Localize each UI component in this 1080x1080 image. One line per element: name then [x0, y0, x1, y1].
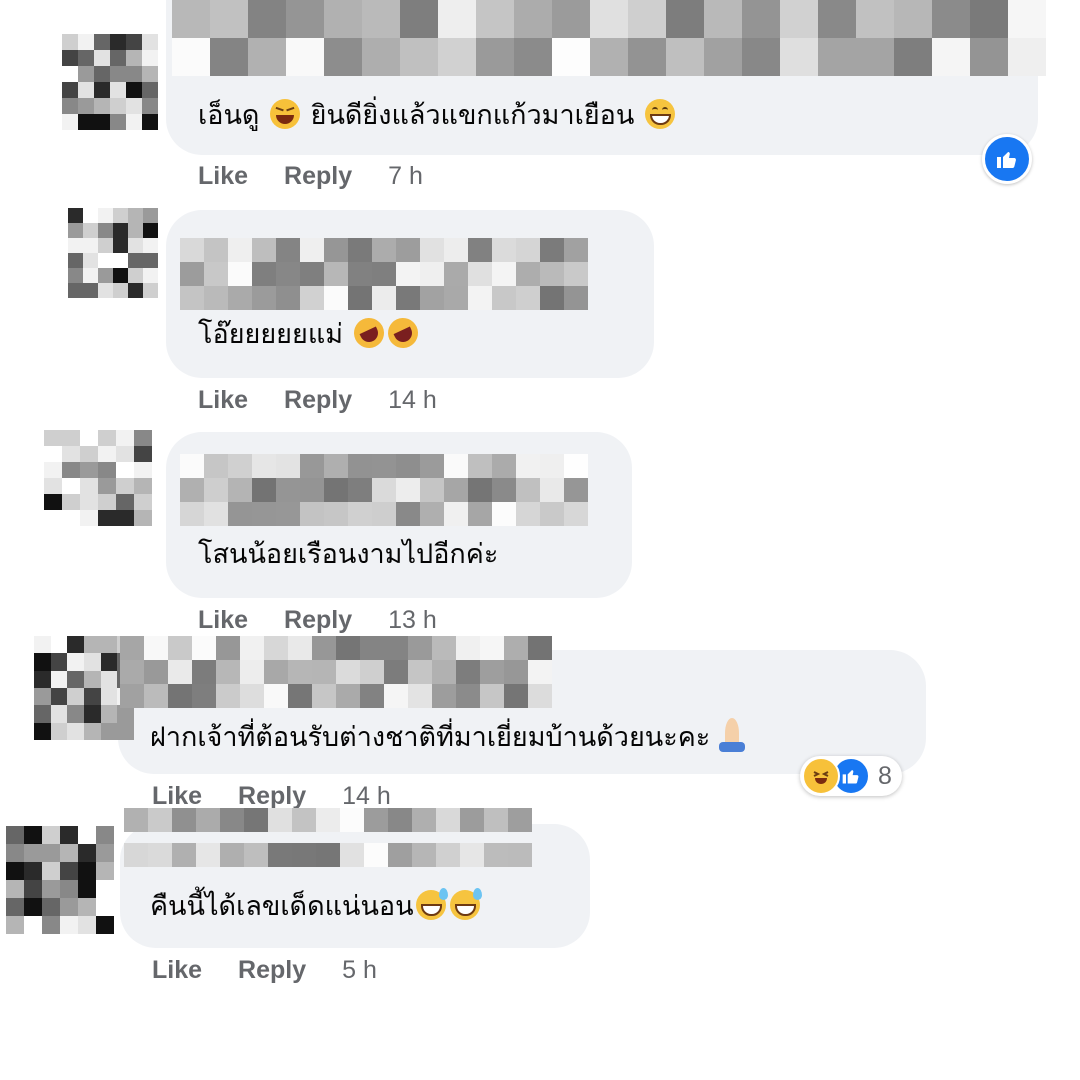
- redacted-author-name: [172, 0, 1046, 76]
- redacted-author-name: [180, 454, 606, 526]
- grinning-emoji-icon: [644, 99, 675, 129]
- reply-link[interactable]: Reply: [284, 162, 352, 191]
- comment-actions: Like Reply 13 h: [198, 606, 473, 635]
- reaction-summary[interactable]: 8: [800, 756, 902, 796]
- comment-actions: Like Reply 7 h: [198, 162, 459, 191]
- comment-actions: Like Reply 14 h: [152, 782, 427, 811]
- like-link[interactable]: Like: [198, 606, 248, 635]
- comment-text: คืนนี้ได้เลขเด็ดแน่นอน: [150, 888, 482, 924]
- haha-icon: [802, 757, 840, 795]
- like-link[interactable]: Like: [152, 956, 202, 985]
- reply-link[interactable]: Reply: [238, 956, 306, 985]
- reply-link[interactable]: Reply: [284, 606, 352, 635]
- rofl-emoji-icon: [382, 313, 423, 353]
- avatar[interactable]: [6, 826, 114, 934]
- timestamp[interactable]: 14 h: [388, 386, 437, 415]
- redacted-author-name: [124, 808, 552, 878]
- folded-hands-emoji-icon: [718, 718, 745, 752]
- sweat-smile-emoji-icon: [449, 888, 482, 920]
- comment-actions: Like Reply 14 h: [198, 386, 473, 415]
- redacted-author-name: [120, 636, 552, 708]
- avatar[interactable]: [68, 208, 158, 298]
- timestamp[interactable]: 14 h: [342, 782, 391, 811]
- comment-text: โอ๊ยยยยยแม่: [198, 313, 423, 353]
- reaction-count: 8: [878, 761, 892, 790]
- thumbs-up-icon[interactable]: [982, 134, 1032, 184]
- rofl-emoji-icon: [348, 313, 389, 353]
- timestamp[interactable]: 13 h: [388, 606, 437, 635]
- comment-text: ฝากเจ้าที่ต้อนรับต่างชาติที่มาเยี่ยมบ้าน…: [150, 718, 745, 755]
- comment-actions: Like Reply 5 h: [152, 956, 413, 985]
- like-link[interactable]: Like: [152, 782, 202, 811]
- timestamp[interactable]: 5 h: [342, 956, 377, 985]
- avatar[interactable]: [62, 34, 158, 130]
- avatar[interactable]: [44, 430, 152, 526]
- comment-text: โสนน้อยเรือนงามไปอีกค่ะ: [198, 539, 499, 570]
- comment-text: เอ็นดู ยินดียิ่งแล้วแขกแก้วมาเยือน: [198, 99, 677, 133]
- reply-link[interactable]: Reply: [284, 386, 352, 415]
- sweat-smile-emoji-icon: [415, 888, 448, 920]
- like-link[interactable]: Like: [198, 386, 248, 415]
- redacted-author-name: [180, 238, 608, 310]
- timestamp[interactable]: 7 h: [388, 162, 423, 191]
- laughing-emoji-icon: [270, 99, 301, 129]
- like-link[interactable]: Like: [198, 162, 248, 191]
- reply-link[interactable]: Reply: [238, 782, 306, 811]
- avatar[interactable]: [34, 636, 134, 740]
